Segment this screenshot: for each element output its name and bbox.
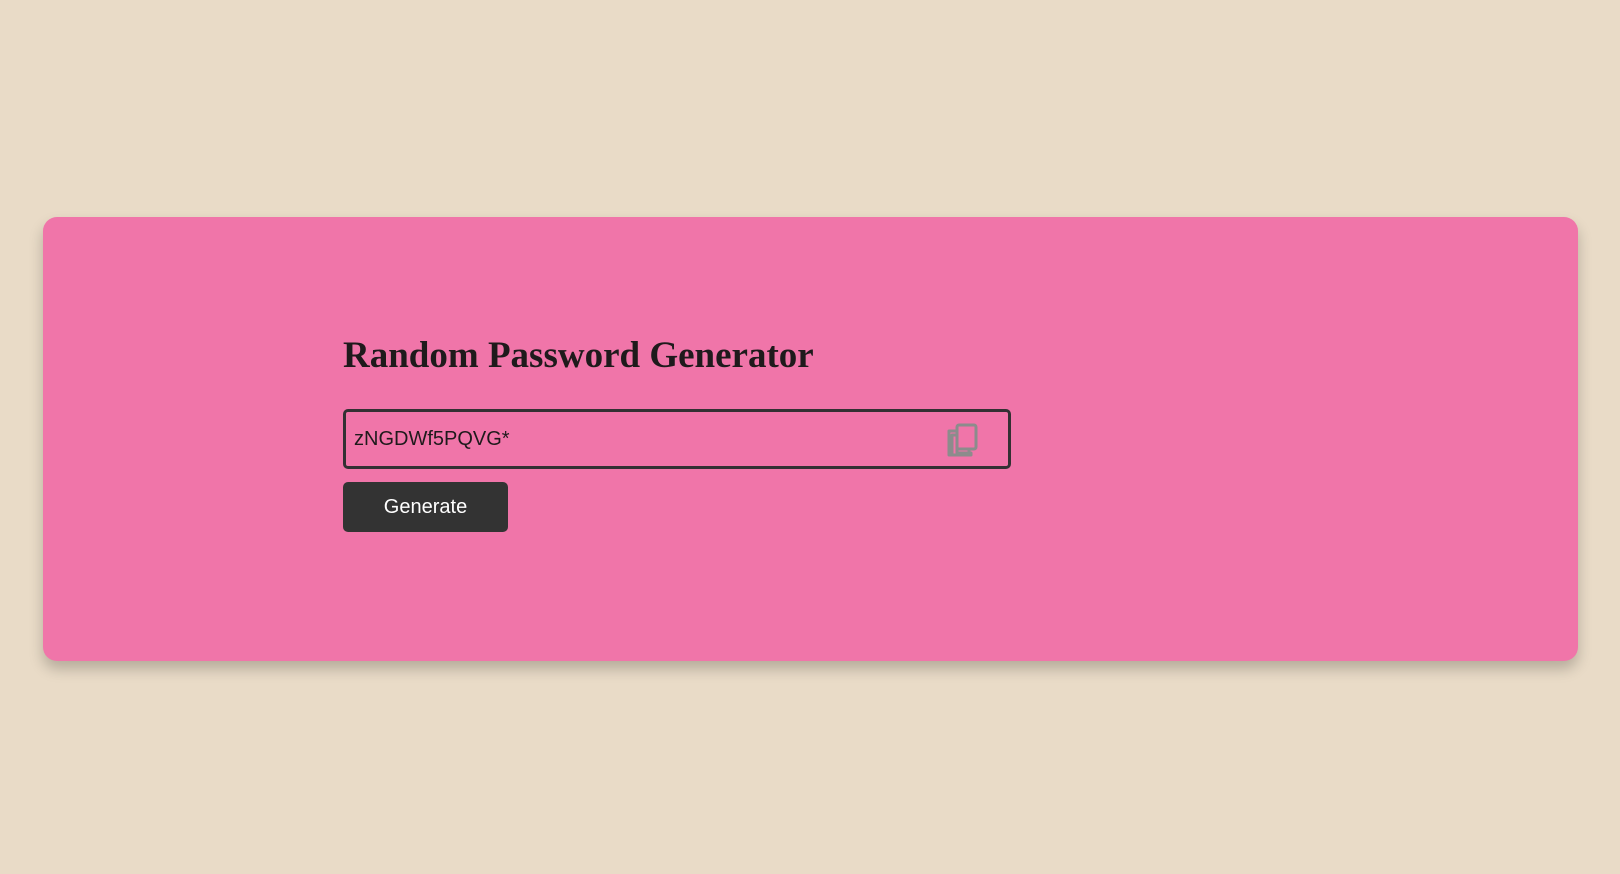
password-output[interactable]: zNGDWf5PQVG* [346, 412, 942, 466]
generator-content: Random Password Generator zNGDWf5PQVG* G… [343, 335, 1023, 532]
password-field: zNGDWf5PQVG* [343, 409, 1011, 469]
copy-icon-graphic [947, 423, 978, 457]
copy-icon[interactable] [942, 419, 982, 459]
generate-button[interactable]: Generate [343, 482, 508, 532]
generator-card: Random Password Generator zNGDWf5PQVG* G… [43, 217, 1578, 661]
page-title: Random Password Generator [343, 335, 814, 376]
